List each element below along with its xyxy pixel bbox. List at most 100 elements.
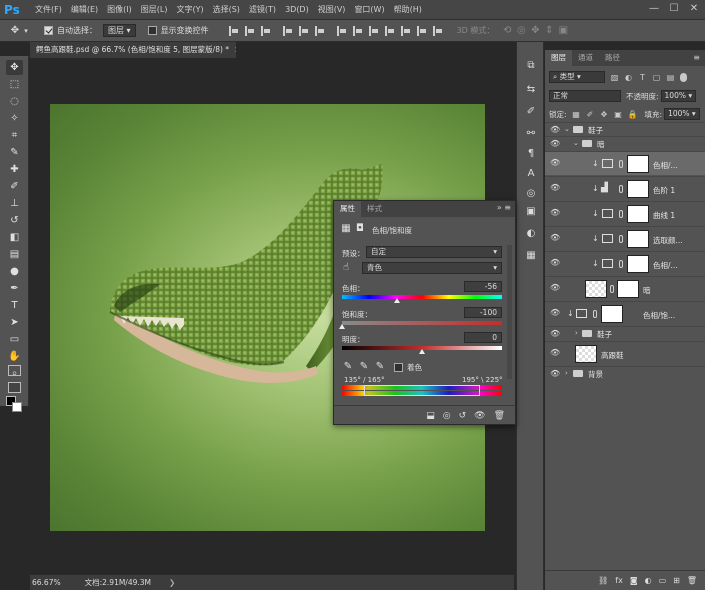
eye-icon[interactable]: 👁 [550,370,560,378]
new-group-icon[interactable]: ▭ [659,576,667,585]
color-range-selector[interactable] [364,385,480,396]
fx-icon[interactable]: fx [615,576,623,585]
layer-row-group-shoes-2[interactable]: 👁 › 鞋子 [545,326,705,340]
distribute-top-icon[interactable] [336,25,347,36]
lightness-input[interactable]: 0 [464,332,502,343]
eye-icon[interactable]: 👁 [550,349,560,357]
hue-input[interactable]: -56 [464,281,502,292]
marquee-tool-icon[interactable]: ⬚ [6,77,23,92]
align-left-icon[interactable] [282,25,293,36]
menu-select[interactable]: 选择(S) [213,4,240,15]
align-hcenter-icon[interactable] [298,25,309,36]
link-icon[interactable] [619,260,623,268]
pen-tool-icon[interactable]: ✒ [6,281,23,296]
colorize-checkbox[interactable] [394,363,403,372]
panel-menu-icon[interactable]: ≡ [693,50,700,66]
link-icon[interactable] [619,160,623,168]
layer-row-hue-saturation-c[interactable]: 👁 ↓ 色相/饱... [545,301,705,325]
background-color-swatch[interactable] [12,402,22,412]
document-tab[interactable]: 鳄鱼高跟鞋.psd @ 66.7% (色相/饱和度 5, 图层蒙版/8) * × [30,42,236,58]
maximize-button[interactable]: ☐ [669,3,679,15]
eye-icon[interactable]: 👁 [550,234,560,242]
color-panel-icon[interactable]: ▦ [525,250,537,262]
preset-dropdown[interactable]: 自定 ▾ [366,246,502,258]
eyedropper-icon[interactable]: ✎ [342,361,354,373]
eraser-tool-icon[interactable]: ◧ [6,230,23,245]
layer-thumbnail[interactable] [585,280,607,298]
layer-mask-thumbnail[interactable] [601,305,623,323]
distribute-right-icon[interactable] [416,25,427,36]
brush-tool-icon[interactable]: ✐ [6,179,23,194]
tab-styles[interactable]: 样式 [361,201,388,217]
close-tab-icon[interactable]: × [234,45,236,54]
menu-type[interactable]: 文字(Y) [176,4,203,15]
path-selection-tool-icon[interactable]: ➤ [6,315,23,330]
lock-all-icon[interactable]: 🔒 [628,110,638,119]
tab-paths[interactable]: 路径 [599,50,626,66]
tab-channels[interactable]: 通道 [572,50,599,66]
layer-filter-dropdown[interactable]: ⌕ 类型 ▾ [549,71,605,83]
chevron-down-icon[interactable]: ⌄ [573,139,579,147]
3d-scale-icon[interactable]: ▣ [556,25,570,36]
layer-mask-thumbnail[interactable] [627,255,649,273]
screen-mode-icon[interactable] [8,382,21,393]
layer-row-dark-pixel[interactable]: 👁 暗 [545,276,705,300]
layer-mask-thumbnail[interactable] [627,205,649,223]
menu-view[interactable]: 视图(V) [318,4,346,15]
targeted-adjust-hand-icon[interactable]: ☝ [340,262,352,274]
close-button[interactable]: ✕ [689,3,699,15]
hue-slider[interactable] [342,295,502,299]
reset-icon[interactable]: ↺ [459,411,467,421]
align-bottom-icon[interactable] [260,25,271,36]
layer-mask-thumbnail[interactable] [627,180,649,198]
distribute-vcenter-icon[interactable] [352,25,363,36]
eye-icon[interactable]: 👁 [550,126,560,134]
eye-icon[interactable]: 👁 [550,209,560,217]
adjustments-panel-icon[interactable]: ◐ [525,228,537,240]
properties-panel-icon[interactable]: ▣ [525,206,537,218]
filter-smart-icon[interactable]: ▤ [666,73,675,82]
3d-roll-icon[interactable]: ◎ [514,25,528,36]
menu-window[interactable]: 窗口(W) [354,4,384,15]
layer-row-group-shoes[interactable]: 👁 ⌄ 鞋子 [545,122,705,136]
link-icon[interactable] [619,210,623,218]
3d-pan-icon[interactable]: ✥ [528,25,542,36]
layer-mask-thumbnail[interactable] [627,155,649,173]
layer-row-curves-1[interactable]: 👁 ↓ 曲线 1 [545,201,705,225]
menu-3d[interactable]: 3D(D) [285,5,309,14]
minimize-button[interactable]: — [649,3,659,15]
menu-help[interactable]: 帮助(H) [394,4,422,15]
layer-row-group-dark[interactable]: 👁 ⌄ 暗 [545,136,705,150]
brush-presets-icon[interactable]: ⚯ [525,128,537,140]
status-menu-arrow-icon[interactable]: ❯ [169,578,175,587]
menu-file[interactable]: 文件(F) [35,4,62,15]
link-icon[interactable] [593,310,597,318]
layer-row-hue-saturation-5[interactable]: 👁 ↓ 色相/... [545,151,705,175]
layer-mask-thumbnail[interactable] [627,230,649,248]
fill-input[interactable]: 100% ▾ [664,108,700,120]
menu-edit[interactable]: 编辑(E) [71,4,98,15]
align-top-icon[interactable] [228,25,239,36]
menu-image[interactable]: 图像(I) [107,4,132,15]
align-vcenter-icon[interactable] [244,25,255,36]
lock-position-icon[interactable]: ✥ [600,110,609,119]
history-panel-icon[interactable]: ⧉ [525,60,537,72]
chevron-down-icon[interactable]: ▾ [22,27,30,35]
tab-layers[interactable]: 图层 [545,50,572,66]
link-icon[interactable] [619,235,623,243]
menu-layer[interactable]: 图层(L) [141,4,168,15]
zoom-level[interactable]: 66.67% [32,578,61,587]
trash-icon[interactable]: 🗑 [687,576,697,585]
saturation-slider-handle[interactable] [339,324,345,329]
saturation-slider[interactable] [342,321,502,325]
layer-thumbnail[interactable] [575,345,597,363]
dodge-tool-icon[interactable]: ● [6,264,23,279]
glyphs-panel-icon[interactable]: ◎ [525,188,537,200]
quick-mask-icon[interactable] [8,365,21,376]
eye-icon[interactable]: 👁 [550,140,560,148]
type-tool-icon[interactable]: T [6,298,23,313]
view-previous-icon[interactable]: ◎ [443,411,451,421]
lightness-slider-handle[interactable] [419,349,425,354]
link-icon[interactable] [610,285,614,293]
hue-slider-handle[interactable] [394,298,401,303]
